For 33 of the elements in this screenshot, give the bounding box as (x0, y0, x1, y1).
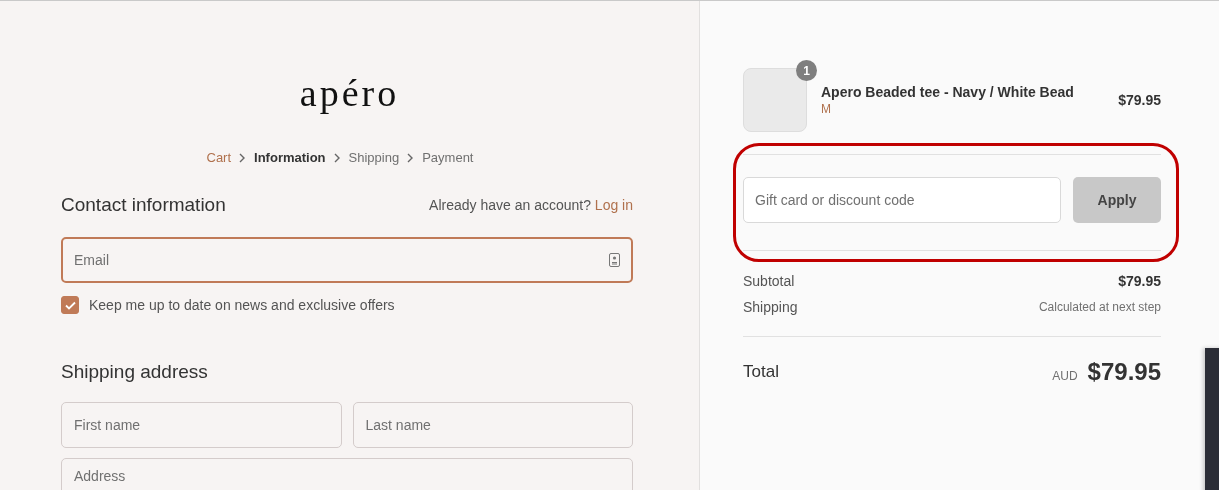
section-heading: Contact information (61, 193, 226, 217)
subtotal-value: $79.95 (1118, 273, 1161, 289)
checkmark-icon (64, 300, 76, 310)
product-name: Apero Beaded tee - Navy / White Bead (821, 84, 1075, 100)
store-logo[interactable]: apéro (294, 71, 400, 115)
account-prompt: Already have an account? Log in (429, 197, 633, 213)
shipping-label: Shipping (743, 299, 798, 315)
breadcrumb-item: Shipping (348, 150, 400, 166)
subtotal-label: Subtotal (743, 273, 795, 289)
quantity-badge: 1 (796, 60, 817, 81)
product-variant: M (821, 102, 832, 116)
breadcrumb-item: Information (254, 150, 326, 166)
checkbox-label: Keep me up to date on news and exclusive offers (89, 297, 395, 313)
newsletter-checkbox[interactable] (61, 296, 79, 314)
chevron-right-icon (333, 153, 341, 163)
chevron-right-icon (407, 153, 415, 163)
currency-code: AUD (1052, 369, 1078, 383)
text-field[interactable]: Address (61, 458, 633, 490)
breadcrumb-item: Payment (422, 150, 474, 166)
breadcrumb-link[interactable]: Cart (206, 150, 232, 166)
text-field[interactable]: Last name (352, 402, 633, 448)
shipping-value: Calculated at next step (1038, 300, 1161, 314)
email-field[interactable]: Email (61, 237, 633, 283)
section-heading: Shipping address (61, 360, 209, 384)
login-link[interactable]: Log in (594, 197, 633, 213)
chevron-right-icon (239, 153, 247, 163)
product-price: $79.95 (1118, 92, 1161, 108)
apply-button[interactable]: Apply (1073, 177, 1161, 223)
contact-card-icon (609, 253, 620, 267)
discount-code-field[interactable]: Gift card or discount code (743, 177, 1061, 223)
text-field[interactable]: First name (61, 402, 342, 448)
total-label: Total (743, 362, 779, 382)
total-value: $79.95 (1087, 358, 1161, 385)
